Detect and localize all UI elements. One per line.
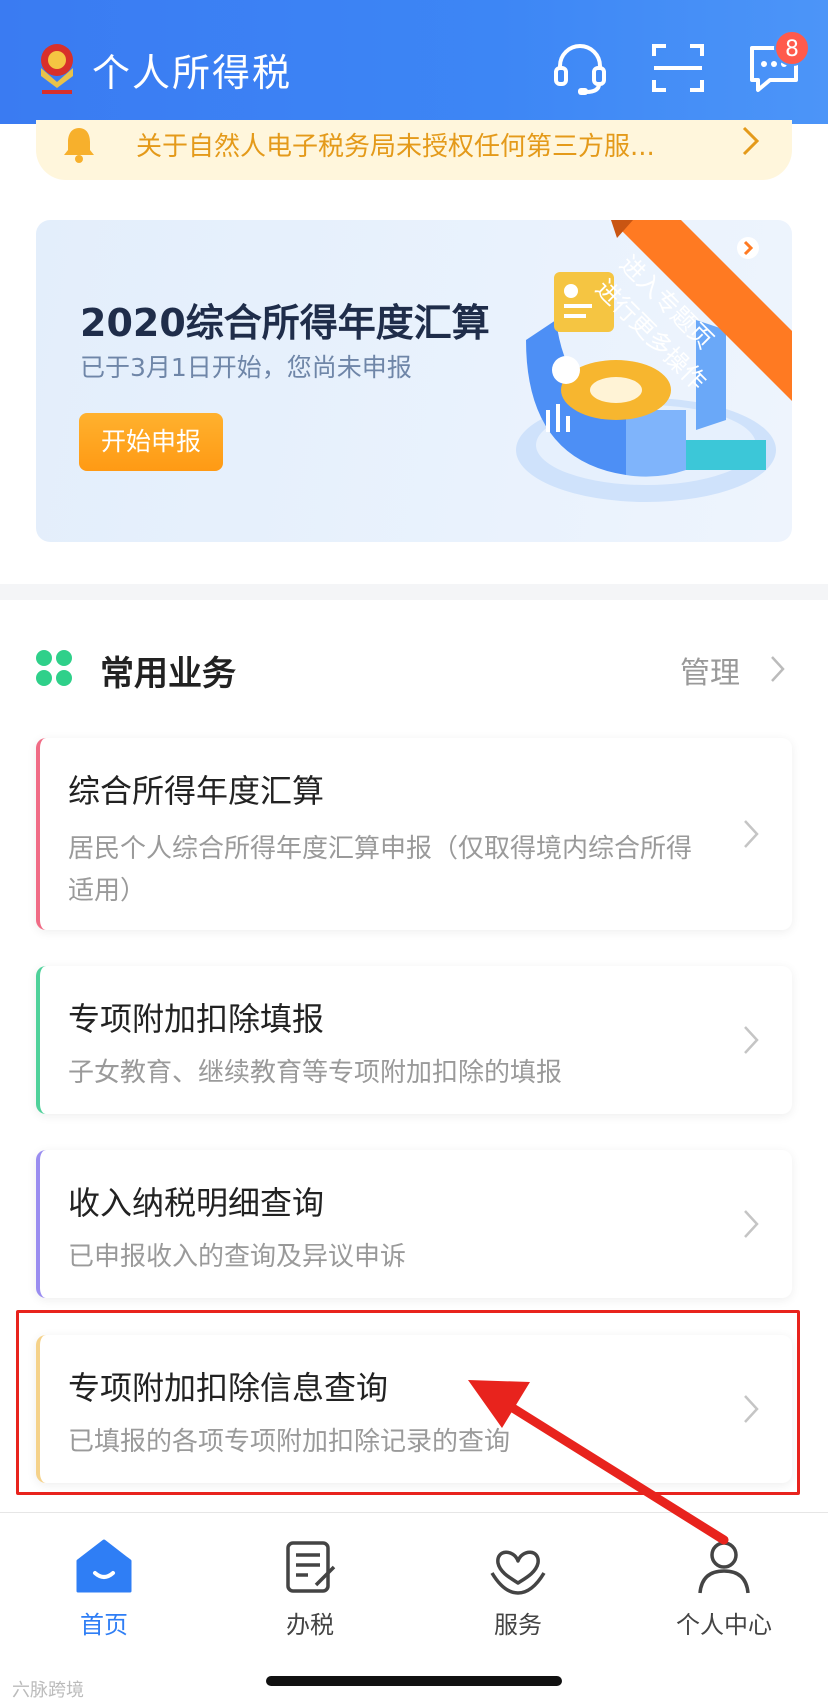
- tab-label: 个人中心: [676, 1611, 772, 1639]
- app-title: 个人所得税: [92, 51, 293, 95]
- banner-subtitle: 已于3月1日开始，您尚未申报: [80, 353, 412, 382]
- tab-tax[interactable]: 办税: [240, 1527, 380, 1639]
- tab-label: 首页: [80, 1611, 128, 1639]
- section-divider: [0, 584, 828, 600]
- start-filing-button[interactable]: 开始申报: [79, 413, 223, 471]
- bottom-tab-bar: 首页 办税 服务 个人中心: [0, 1512, 828, 1642]
- card-description: 已申报收入的查询及异议申诉: [68, 1242, 407, 1272]
- tax-emblem-icon: [41, 44, 73, 94]
- four-petal-icon: [36, 650, 72, 686]
- chevron-right-icon: [744, 1210, 759, 1238]
- tax-form-icon: [286, 1541, 336, 1593]
- service-card-income-query[interactable]: 收入纳税明细查询 已申报收入的查询及异议申诉: [36, 1150, 792, 1298]
- card-description: 子女教育、继续教育等专项附加扣除的填报: [68, 1058, 563, 1088]
- message-badge: 8: [774, 30, 810, 66]
- scan-icon[interactable]: [648, 38, 708, 98]
- tab-personal-center[interactable]: 个人中心: [654, 1527, 794, 1639]
- service-card-deduction-filing[interactable]: 专项附加扣除填报 子女教育、继续教育等专项附加扣除的填报: [36, 966, 792, 1114]
- notice-text: 关于自然人电子税务局未授权任何第三方服...: [136, 132, 655, 162]
- app-header: 个人所得税 8: [0, 0, 828, 124]
- watermark: 六脉跨境: [12, 1680, 84, 1701]
- card-description: 居民个人综合所得年度汇算申报（仅取得境内综合所得适用）: [68, 834, 693, 906]
- card-title: 专项附加扣除填报: [68, 1000, 325, 1038]
- user-icon: [698, 1541, 750, 1594]
- chevron-right-icon: [742, 126, 760, 156]
- service-card-deduction-query[interactable]: 专项附加扣除信息查询 已填报的各项专项附加扣除记录的查询: [36, 1335, 792, 1483]
- tab-home[interactable]: 首页: [34, 1527, 174, 1639]
- home-indicator: [266, 1676, 562, 1686]
- tab-service[interactable]: 服务: [448, 1527, 588, 1639]
- section-title: 常用业务: [100, 654, 236, 694]
- card-title: 收入纳税明细查询: [68, 1184, 325, 1222]
- tab-label: 服务: [494, 1611, 542, 1639]
- card-title: 综合所得年度汇算: [68, 772, 325, 810]
- chevron-right-icon: [744, 820, 759, 848]
- card-title: 专项附加扣除信息查询: [68, 1369, 389, 1407]
- tab-label: 办税: [286, 1611, 334, 1639]
- chevron-right-icon: [744, 1026, 759, 1054]
- customer-service-icon[interactable]: [550, 38, 610, 98]
- chevron-right-icon[interactable]: [770, 654, 786, 684]
- manage-link[interactable]: 管理: [680, 648, 740, 692]
- service-heart-icon: [490, 1550, 546, 1595]
- annual-settlement-banner[interactable]: 2020综合所得年度汇算 已于3月1日开始，您尚未申报 开始申报 进入专题页 进…: [36, 220, 792, 542]
- notice-bar[interactable]: 关于自然人电子税务局未授权任何第三方服...: [36, 120, 792, 180]
- service-card-annual-settlement[interactable]: 综合所得年度汇算 居民个人综合所得年度汇算申报（仅取得境内综合所得适用）: [36, 738, 792, 930]
- bell-icon: [64, 128, 94, 163]
- banner-title: 2020综合所得年度汇算: [80, 301, 490, 345]
- chevron-right-icon: [744, 1395, 759, 1423]
- home-icon: [76, 1539, 132, 1593]
- card-description: 已填报的各项专项附加扣除记录的查询: [68, 1427, 511, 1457]
